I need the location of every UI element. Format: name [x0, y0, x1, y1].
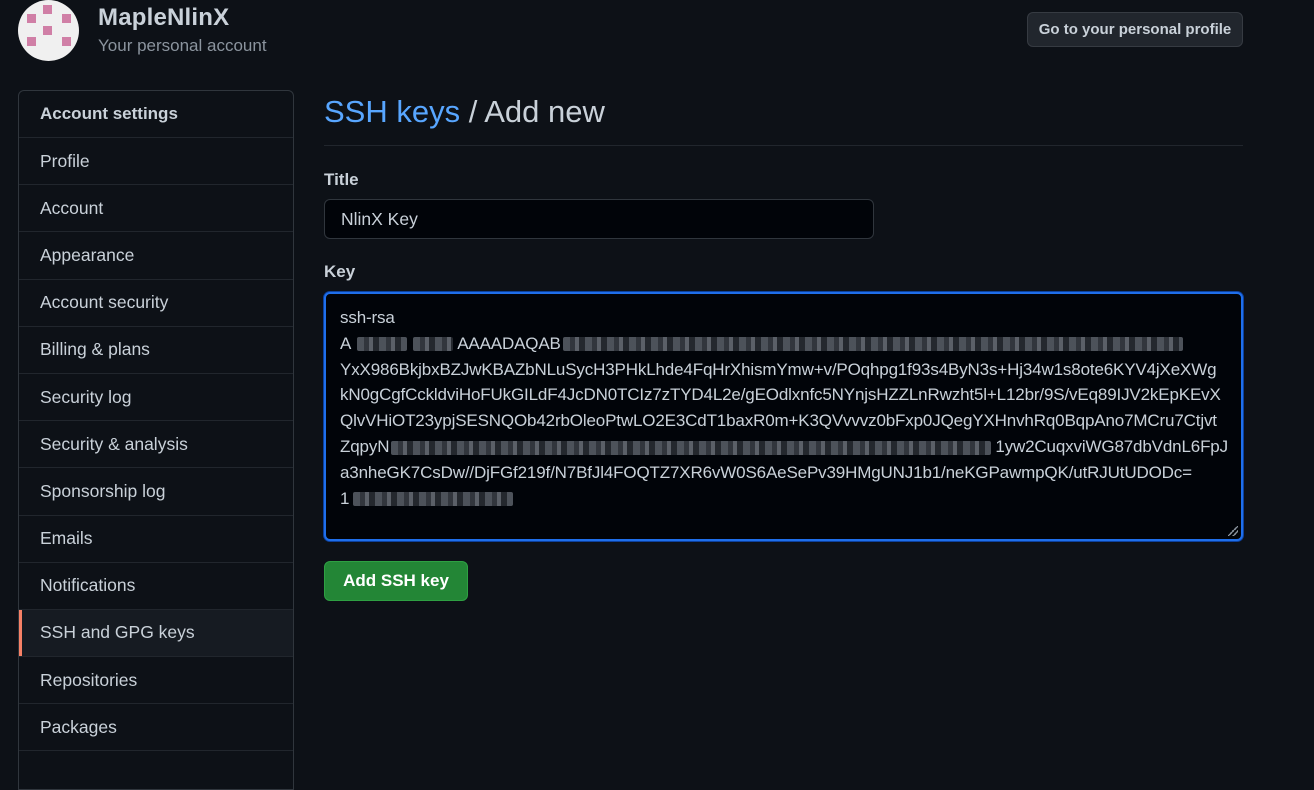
- key-field-label: Key: [324, 262, 356, 281]
- key-line: YxX986BkjbxBZJwKBAZbNLuSycH3PHkLhde4FqHr…: [340, 359, 1217, 379]
- redacted-segment: [391, 440, 992, 455]
- page-title: SSH keys / Add new: [324, 94, 605, 130]
- key-line: a3nheGK7CsDw//DjFGf219f/N7BfJl4FOQTZ7XR6…: [340, 462, 1192, 482]
- redacted-segment: [562, 337, 1183, 352]
- account-header: MapleNlinX Your personal account Go to y…: [0, 0, 1314, 70]
- key-line-text: 1: [340, 488, 350, 508]
- breadcrumb-current: Add new: [484, 94, 605, 129]
- key-textarea[interactable]: ssh-rsa A AAAADAQAB YxX986BkjbxBZJwKBAZbN…: [324, 292, 1243, 541]
- sidebar-item-sponsorship-log[interactable]: Sponsorship log: [19, 468, 293, 516]
- sidebar-item-emails[interactable]: Emails: [19, 516, 293, 563]
- sidebar-item-security-log[interactable]: Security log: [19, 374, 293, 422]
- redacted-segment: [357, 337, 408, 352]
- sidebar-item-ssh-gpg-keys[interactable]: SSH and GPG keys: [19, 609, 293, 658]
- title-divider: [324, 145, 1243, 146]
- sidebar-item-packages[interactable]: Packages: [19, 704, 293, 752]
- sidebar-item-profile[interactable]: Profile: [19, 138, 293, 186]
- key-line: QlvVHiOT23ypjSESNQOb42rbOleoPtwLO2E3CdT1…: [340, 411, 1217, 431]
- redacted-segment: [413, 337, 454, 352]
- key-line: kN0gCgfCckldviHoFUkGILdF4JcDN0TCIz7zTYD4…: [340, 385, 1221, 405]
- key-line-text: A: [340, 333, 352, 353]
- redacted-segment: [353, 492, 514, 507]
- sidebar-item-repositories[interactable]: Repositories: [19, 657, 293, 705]
- account-subtitle: Your personal account: [98, 36, 267, 55]
- avatar[interactable]: [18, 0, 79, 61]
- title-input[interactable]: [324, 199, 874, 239]
- sidebar-item-account-security[interactable]: Account security: [19, 280, 293, 327]
- sidebar-item-account[interactable]: Account: [19, 185, 293, 233]
- key-line: ZqpyN 1yw2CuqxviWG87dbVdnL6FpJ: [340, 434, 1227, 460]
- sidebar-item-appearance[interactable]: Appearance: [19, 232, 293, 280]
- key-line-text: AAAADAQAB: [457, 333, 561, 353]
- key-line: A AAAADAQAB: [340, 331, 1227, 357]
- breadcrumb-separator: /: [460, 94, 485, 129]
- settings-sidebar: Account settings Profile Account Appeara…: [18, 90, 294, 790]
- go-to-profile-button[interactable]: Go to your personal profile: [1027, 12, 1243, 47]
- resize-handle-icon[interactable]: [1228, 526, 1238, 536]
- key-line: ssh-rsa: [340, 308, 395, 327]
- sidebar-item-security-analysis[interactable]: Security & analysis: [19, 421, 293, 469]
- sidebar-heading: Account settings: [19, 91, 293, 138]
- title-field-label: Title: [324, 170, 359, 189]
- sidebar-item-notifications[interactable]: Notifications: [19, 563, 293, 610]
- account-name[interactable]: MapleNlinX: [98, 4, 229, 32]
- sidebar-item-billing-plans[interactable]: Billing & plans: [19, 327, 293, 374]
- breadcrumb-ssh-keys-link[interactable]: SSH keys: [324, 94, 460, 129]
- key-line-text: 1yw2CuqxviWG87dbVdnL6FpJ: [995, 436, 1227, 456]
- add-ssh-key-button[interactable]: Add SSH key: [324, 561, 468, 601]
- key-line-text: ZqpyN: [340, 436, 390, 456]
- key-line: 1: [340, 486, 1227, 512]
